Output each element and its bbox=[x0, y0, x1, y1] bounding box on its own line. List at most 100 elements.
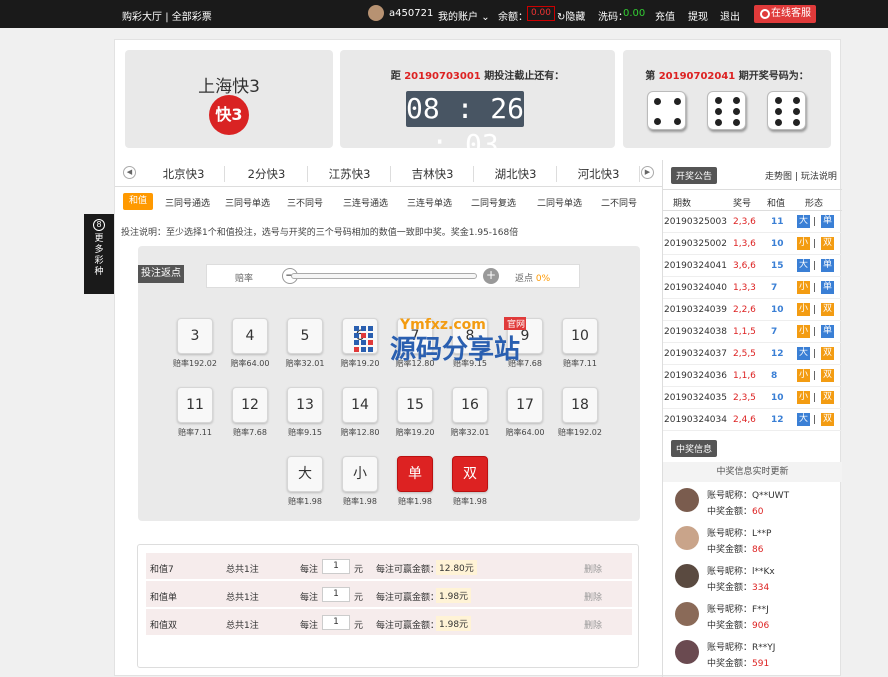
tag-sep: | bbox=[813, 371, 817, 381]
play-tab-9[interactable]: 二不同号 bbox=[601, 196, 637, 209]
balance-label: 余额： bbox=[498, 12, 528, 23]
tab-6[interactable]: 河北快3 bbox=[558, 166, 640, 182]
tab-4[interactable]: 吉林快3 bbox=[392, 166, 474, 182]
play-tab-8[interactable]: 二同号单选 bbox=[537, 196, 582, 209]
user-avatar[interactable] bbox=[368, 5, 384, 21]
bet-ball-12[interactable]: 12 bbox=[232, 387, 268, 423]
headset-icon bbox=[760, 9, 770, 19]
logout-link[interactable]: 退出 bbox=[720, 8, 740, 23]
die-pip bbox=[715, 97, 722, 104]
bet-ball-14[interactable]: 14 bbox=[342, 387, 378, 423]
winner-nick: 账号昵称：l**Kx bbox=[707, 567, 775, 577]
die-pip bbox=[654, 98, 661, 105]
winner-item: 账号昵称：R**YJ 中奖金额：591 bbox=[663, 636, 842, 674]
draw-table-header: 期数 奖号 和值 形态 bbox=[663, 189, 842, 211]
quantity-input[interactable]: 1 bbox=[322, 587, 350, 602]
bet-ball-小[interactable]: 小 bbox=[342, 456, 378, 492]
order-row: 和值双 总共1注 每注 1 元 每注可赢金额： 1.98元 删除 bbox=[146, 609, 632, 636]
draw-period: 20190324038 bbox=[664, 327, 727, 337]
bet-ball-15[interactable]: 15 bbox=[397, 387, 433, 423]
bet-ball-大[interactable]: 大 bbox=[287, 456, 323, 492]
size-tag: 小 bbox=[797, 281, 810, 294]
bet-ball-17[interactable]: 17 bbox=[507, 387, 543, 423]
play-tab-3[interactable]: 三同号单选 bbox=[225, 196, 270, 209]
draw-period: 20190325003 bbox=[664, 217, 727, 227]
slider-track[interactable] bbox=[291, 273, 477, 279]
amount-label: 中奖金额： bbox=[707, 545, 753, 555]
lobby-link[interactable]: 购彩大厅 | 全部彩票 bbox=[122, 8, 212, 23]
bet-ball-3[interactable]: 3 bbox=[177, 318, 213, 354]
winner-amount: 中奖金额：334 bbox=[707, 580, 769, 593]
chevron-down-icon: ⌄ bbox=[481, 12, 490, 23]
delete-link[interactable]: 删除 bbox=[584, 618, 602, 631]
draw-period: 20190324041 bbox=[664, 261, 727, 271]
odds-label: 赔率7.11 bbox=[563, 359, 597, 368]
tab-3[interactable]: 江苏快3 bbox=[309, 166, 391, 182]
draw-numbers: 2,5,5 bbox=[733, 349, 756, 359]
withdraw-link[interactable]: 提现 bbox=[688, 8, 708, 23]
size-tag: 小 bbox=[797, 369, 810, 382]
quantity-input[interactable]: 1 bbox=[322, 615, 350, 630]
plus-icon[interactable]: + bbox=[483, 268, 499, 284]
quantity-input[interactable]: 1 bbox=[322, 559, 350, 574]
parity-tag: 单 bbox=[821, 325, 834, 338]
game-title: 上海快3 bbox=[198, 77, 260, 97]
winner-item: 账号昵称：F**J 中奖金额：906 bbox=[663, 598, 842, 636]
hide-balance-button[interactable]: ↻隐藏 bbox=[557, 8, 585, 23]
bet-ball-5[interactable]: 5 bbox=[287, 318, 323, 354]
bet-ball-4[interactable]: 4 bbox=[232, 318, 268, 354]
draw-sum: 10 bbox=[771, 305, 784, 315]
draw-period: 20190325002 bbox=[664, 239, 727, 249]
tag-sep: | bbox=[813, 261, 817, 271]
bet-ball-双[interactable]: 双 bbox=[452, 456, 488, 492]
draw-numbers: 1,1,6 bbox=[733, 371, 756, 381]
play-tab-7[interactable]: 二同号复选 bbox=[471, 196, 516, 209]
bet-ball-10[interactable]: 10 bbox=[562, 318, 598, 354]
game-card: 上海快3 快3 bbox=[125, 50, 333, 148]
draw-sum: 7 bbox=[771, 327, 778, 337]
rules-link[interactable]: 玩法说明 bbox=[801, 172, 837, 182]
trend-link[interactable]: 走势图 bbox=[765, 172, 792, 182]
delete-link[interactable]: 删除 bbox=[584, 590, 602, 603]
tag-sep: | bbox=[813, 349, 817, 359]
die-pip bbox=[775, 97, 782, 104]
play-tab-2[interactable]: 三同号通选 bbox=[165, 196, 210, 209]
bet-ball-18[interactable]: 18 bbox=[562, 387, 598, 423]
more-lotteries-button[interactable]: 8 更多彩种 bbox=[84, 214, 114, 294]
size-tag: 大 bbox=[797, 413, 810, 426]
odds-label: 赔率192.02 bbox=[558, 428, 602, 437]
amount-value: 60 bbox=[752, 507, 764, 517]
bet-instruction: 投注说明：至少选择1个和值投注，选号与开奖的三个号码相加的数值一致即中奖。奖金1… bbox=[121, 228, 519, 238]
tab-next-arrow-icon[interactable]: ▶ bbox=[641, 166, 654, 179]
notice-tab[interactable]: 开奖公告 bbox=[671, 167, 718, 184]
delete-link[interactable]: 删除 bbox=[584, 562, 602, 575]
online-service-button[interactable]: 在线客服 bbox=[754, 5, 816, 23]
winner-item: 账号昵称：Q**UWT 中奖金额：60 bbox=[663, 484, 842, 522]
tab-prev-arrow-icon[interactable]: ◀ bbox=[123, 166, 136, 179]
die-pip bbox=[775, 119, 782, 126]
play-tab-6[interactable]: 三连号单选 bbox=[407, 196, 452, 209]
amount-value: 591 bbox=[752, 659, 770, 669]
bet-ball-单[interactable]: 单 bbox=[397, 456, 433, 492]
tag-sep: | bbox=[813, 217, 817, 227]
die-pip bbox=[654, 118, 661, 125]
rebate-slider[interactable]: 赔率 − + 返点 0% bbox=[206, 264, 580, 288]
play-tab-5[interactable]: 三连号通选 bbox=[343, 196, 388, 209]
play-type-tabs: 和值 三同号通选 三同号单选 三不同号 三连号通选 三连号单选 二同号复选 二同号单选 二不同号 bbox=[115, 193, 662, 211]
bet-ball-11[interactable]: 11 bbox=[177, 387, 213, 423]
winner-nick: 账号昵称：R**YJ bbox=[707, 643, 776, 653]
odds-label: 赔率192.02 bbox=[173, 359, 217, 368]
recharge-link[interactable]: 充值 bbox=[655, 8, 675, 23]
tab-5[interactable]: 湖北快3 bbox=[475, 166, 557, 182]
bet-ball-16[interactable]: 16 bbox=[452, 387, 488, 423]
tab-1[interactable]: 北京快3 bbox=[143, 166, 225, 182]
bet-ball-13[interactable]: 13 bbox=[287, 387, 323, 423]
size-tag: 大 bbox=[797, 215, 810, 228]
play-tab-4[interactable]: 三不同号 bbox=[287, 196, 323, 209]
parity-tag: 单 bbox=[821, 259, 834, 272]
play-tab-1[interactable]: 和值 bbox=[123, 193, 154, 210]
tab-2[interactable]: 2分快3 bbox=[226, 166, 308, 182]
order-row: 和值单 总共1注 每注 1 元 每注可赢金额： 1.98元 删除 bbox=[146, 581, 632, 608]
account-menu[interactable]: 我的账户 ⌄ bbox=[438, 8, 490, 23]
win-label: 每注可赢金额： bbox=[376, 565, 440, 575]
